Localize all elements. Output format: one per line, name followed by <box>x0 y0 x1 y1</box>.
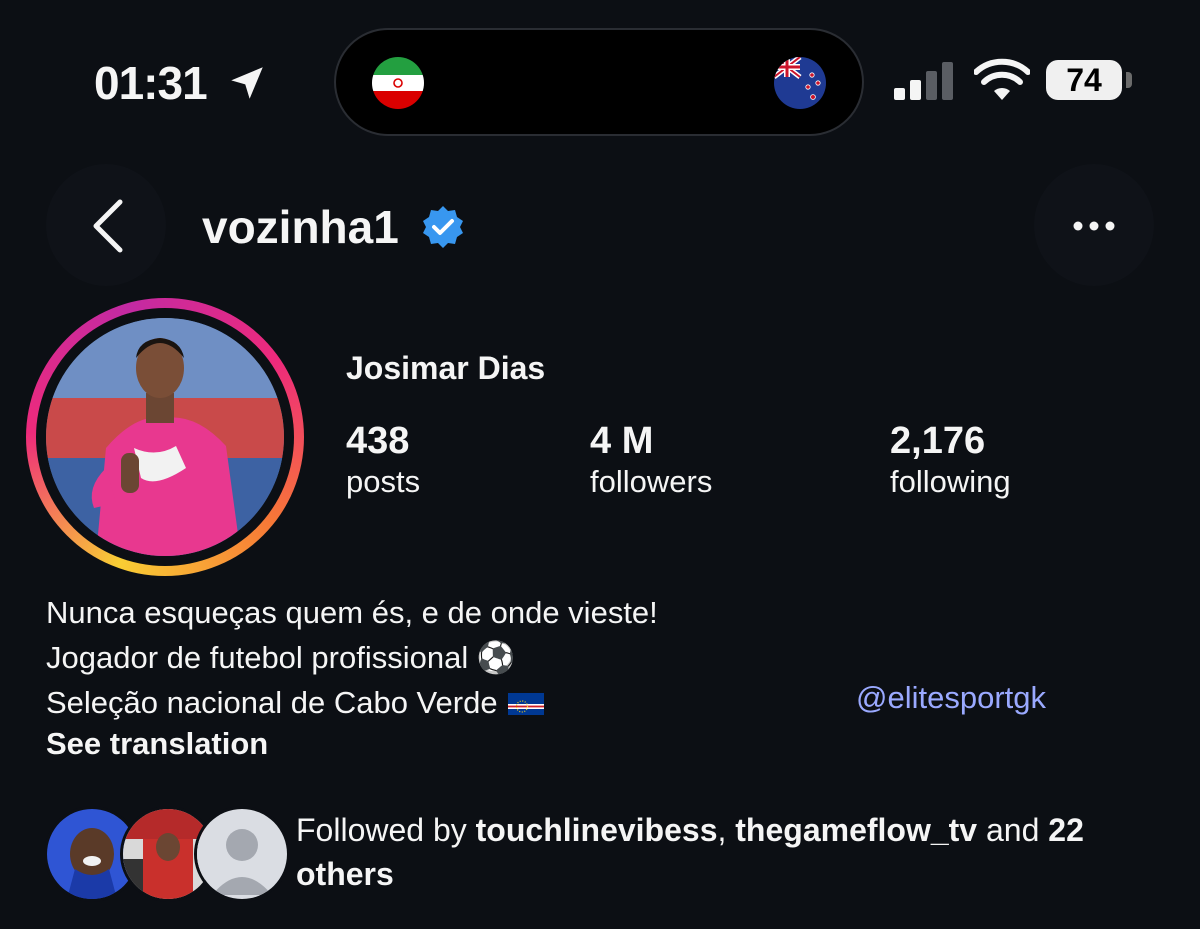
mutual-user-2[interactable]: thegameflow_tv <box>735 812 977 848</box>
mutual-user-1[interactable]: touchlinevibess <box>476 812 718 848</box>
more-options-button[interactable] <box>1034 164 1154 286</box>
profile-avatar-story-ring[interactable] <box>26 298 304 576</box>
battery-icon: 74 <box>1046 60 1122 100</box>
mutual-avatar-3 <box>194 806 290 902</box>
stat-followers-value: 4 M <box>590 420 654 462</box>
mutual-followers-avatars[interactable] <box>44 806 290 902</box>
see-translation-button[interactable]: See translation <box>46 726 268 762</box>
stat-following-label: following <box>890 464 1011 499</box>
bio-mention-link[interactable]: @elitesportgk <box>856 680 1046 716</box>
followed-by-and: and <box>977 812 1049 848</box>
dynamic-island[interactable] <box>336 30 862 134</box>
new-zealand-flag-icon <box>774 57 826 109</box>
followed-by-separator: , <box>717 812 736 848</box>
stat-posts-value: 438 <box>346 420 410 462</box>
bio-line-2: Jogador de futebol profissional ⚽ <box>46 640 516 675</box>
more-dots-icon <box>1073 221 1115 231</box>
profile-avatar <box>46 318 284 556</box>
wifi-icon <box>974 58 1030 100</box>
bio-line-3-text: Seleção nacional de Cabo Verde <box>46 685 498 720</box>
cape-verde-flag-icon <box>507 693 544 715</box>
bio-line-1: Nunca esqueças quem és, e de onde vieste… <box>46 595 658 630</box>
followed-by-text[interactable]: Followed by touchlinevibess, thegameflow… <box>296 808 1176 896</box>
followed-by-prefix: Followed by <box>296 812 476 848</box>
stat-posts[interactable]: 438 posts <box>346 420 420 502</box>
status-time: 01:31 <box>94 57 208 109</box>
stat-following[interactable]: 2,176 following <box>890 420 1011 502</box>
stat-followers[interactable]: 4 M followers <box>590 420 712 502</box>
stat-followers-label: followers <box>590 464 713 499</box>
location-arrow-icon <box>231 67 263 99</box>
stat-following-value: 2,176 <box>890 420 986 462</box>
profile-full-name: Josimar Dias <box>346 350 546 386</box>
stat-posts-label: posts <box>346 464 421 499</box>
chevron-left-icon <box>93 199 123 253</box>
battery-nub <box>1126 72 1132 88</box>
profile-bio: Nunca esqueças quem és, e de onde vieste… <box>46 590 658 725</box>
verified-badge-icon <box>423 206 463 248</box>
profile-username: vozinha1 <box>202 201 399 253</box>
mutual-count: 22 <box>1048 812 1084 848</box>
bio-line-3: Seleção nacional de Cabo Verde <box>46 680 658 725</box>
iran-flag-icon <box>372 57 424 109</box>
back-button[interactable] <box>46 164 166 286</box>
signal-bars-icon <box>894 62 953 100</box>
mutual-others: others <box>296 856 394 892</box>
